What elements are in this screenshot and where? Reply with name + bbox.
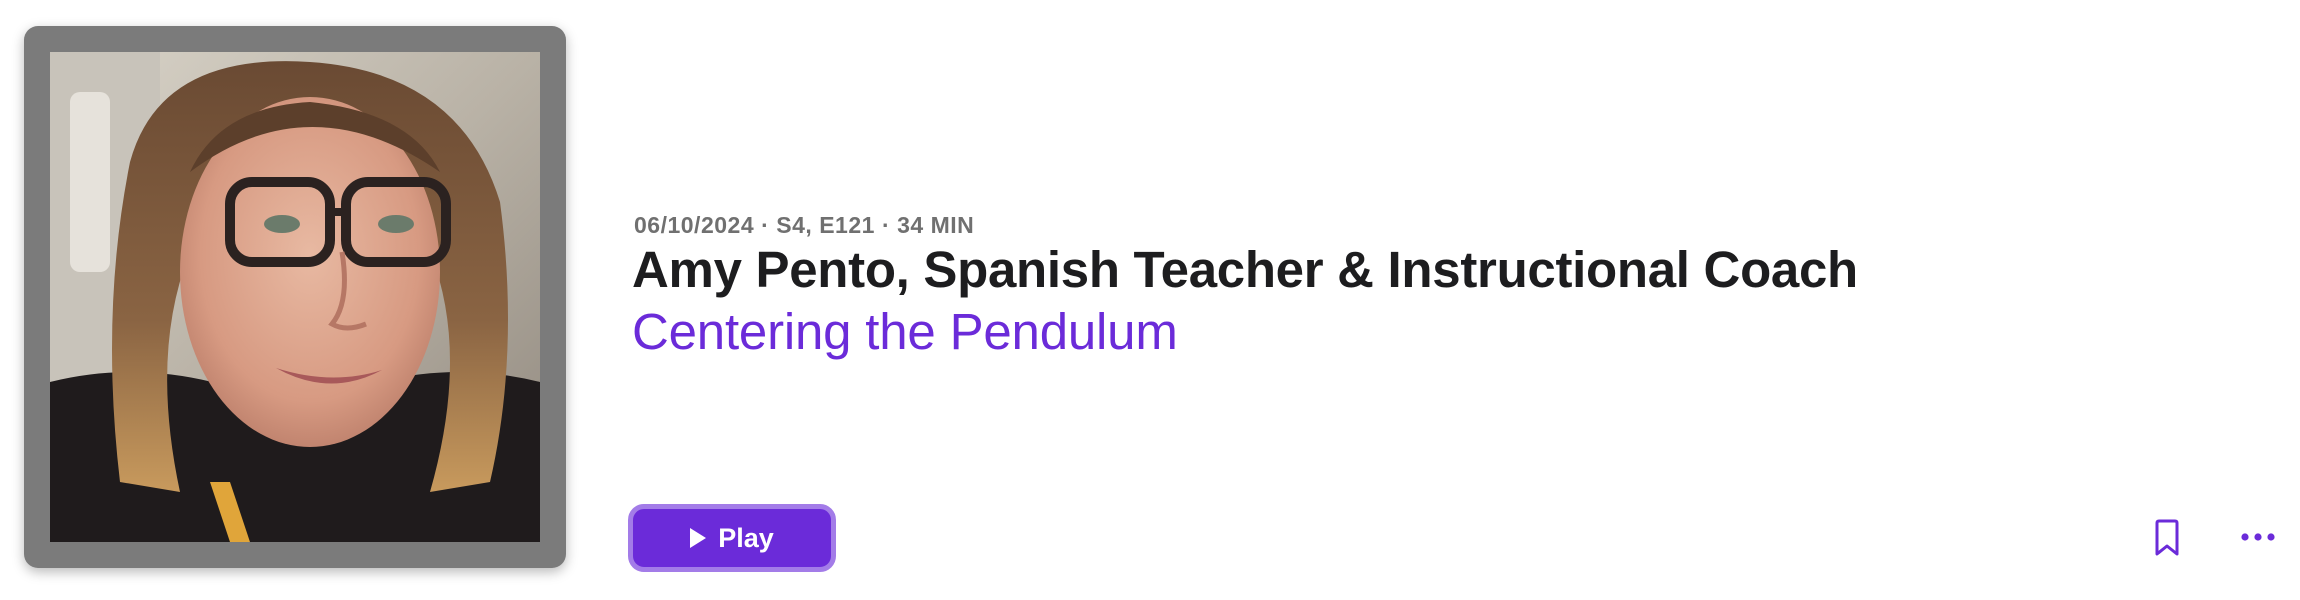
meta-separator: · [881, 212, 891, 238]
episode-artwork [50, 52, 540, 542]
episode-metadata: 06/10/2024 · S4, E121 · 34 MIN [634, 212, 974, 239]
bookmark-button[interactable] [2150, 516, 2184, 560]
play-button-label: Play [718, 522, 774, 553]
more-options-button[interactable] [2238, 522, 2278, 552]
meta-separator: · [761, 212, 770, 238]
play-icon [690, 528, 707, 548]
show-title-link[interactable]: Centering the Pendulum [632, 302, 1178, 361]
guest-portrait-image [50, 52, 540, 542]
episode-duration: 34 MIN [897, 212, 975, 238]
bookmark-icon [2155, 519, 2179, 556]
ellipsis-icon [2241, 533, 2275, 541]
play-button[interactable]: Play [628, 504, 836, 572]
episode-date: 06/10/2024 [634, 212, 755, 238]
episode-artwork-frame [24, 26, 566, 568]
episode-title: Amy Pento, Spanish Teacher & Instruction… [632, 241, 1858, 298]
episode-header: 06/10/2024 · S4, E121 · 34 MIN Amy Pento, Sp… [0, 0, 2300, 600]
episode-season-number: S4, E121 [776, 212, 875, 238]
